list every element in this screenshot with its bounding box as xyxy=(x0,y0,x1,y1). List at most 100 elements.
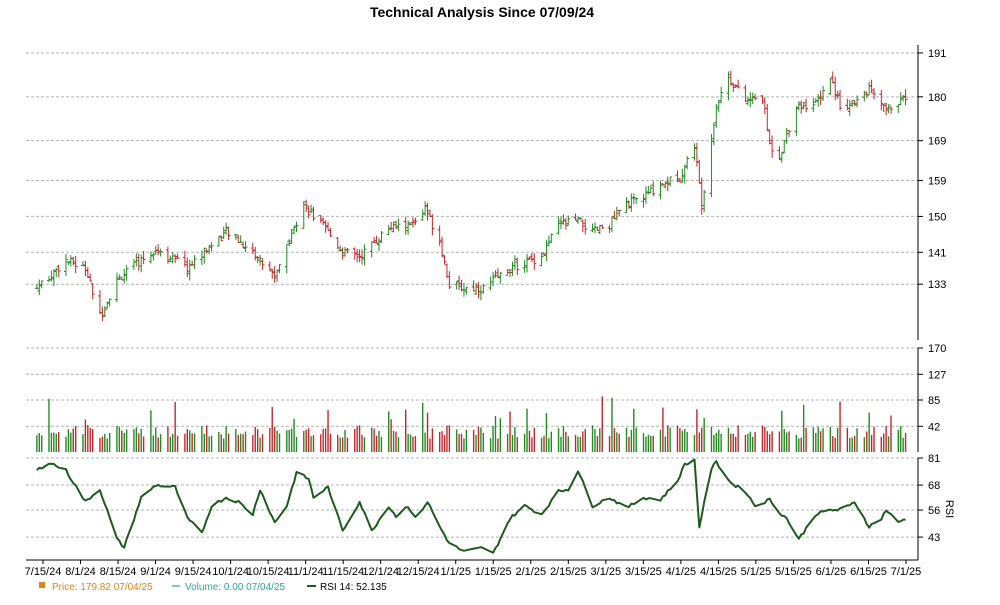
rsi-axis-label: RSI xyxy=(943,500,955,518)
price-bar xyxy=(711,122,716,146)
price-bar xyxy=(377,237,382,251)
price-bar xyxy=(614,206,619,221)
price-bar xyxy=(396,218,401,232)
price-bar xyxy=(512,255,517,271)
x-tick-label: 2/15/25 xyxy=(550,566,587,578)
price-bar xyxy=(243,241,248,252)
price-bar xyxy=(867,81,872,96)
price-bar xyxy=(743,84,748,102)
price-bar xyxy=(241,241,246,249)
price-bar xyxy=(362,244,367,266)
price-bar xyxy=(869,79,874,94)
price-bar xyxy=(590,223,595,233)
volume-y-tick-label: 170 xyxy=(928,343,946,355)
rsi-y-tick-label: 43 xyxy=(928,532,940,544)
price-bar xyxy=(46,276,51,282)
price-bar xyxy=(253,246,258,261)
price-bar xyxy=(226,226,231,241)
price-bar xyxy=(454,281,459,290)
price-y-tick-label: 159 xyxy=(928,176,946,188)
price-bar xyxy=(600,224,605,230)
price-bar xyxy=(478,285,483,301)
x-tick-label: 1/15/25 xyxy=(475,566,512,578)
price-y-tick-label: 191 xyxy=(928,48,946,60)
price-bar xyxy=(799,100,804,114)
price-bar xyxy=(624,197,629,214)
price-bar xyxy=(575,216,580,224)
price-bar xyxy=(284,243,289,274)
price-bar xyxy=(457,275,462,291)
x-tick-label: 7/15/24 xyxy=(25,566,62,578)
price-bar xyxy=(583,219,588,235)
price-bar xyxy=(442,255,447,265)
price-bar xyxy=(148,251,153,264)
price-bar xyxy=(141,250,146,265)
price-bar xyxy=(258,255,263,266)
x-tick-label: 5/1/25 xyxy=(741,566,772,578)
price-bar xyxy=(726,71,731,101)
price-bar xyxy=(430,214,435,236)
price-bar xyxy=(54,268,59,278)
price-bar xyxy=(136,253,141,271)
x-tick-label: 4/1/25 xyxy=(666,566,697,578)
price-bar xyxy=(355,248,360,263)
price-bar xyxy=(558,216,563,230)
price-bar xyxy=(634,197,639,204)
price-bar xyxy=(847,100,852,116)
price-bar xyxy=(731,83,736,93)
price-bar xyxy=(323,220,328,233)
price-bar xyxy=(782,140,787,154)
x-tick-label: 8/1/24 xyxy=(65,566,96,578)
price-bar xyxy=(556,216,561,235)
price-bar xyxy=(697,159,702,184)
price-bar xyxy=(386,225,391,236)
price-bar xyxy=(338,245,343,252)
rsi-legend-text: RSI 14: 52.135 xyxy=(320,582,387,593)
price-bar xyxy=(369,241,374,258)
price-bar xyxy=(410,217,415,228)
price-bar xyxy=(561,214,566,225)
price-bar xyxy=(493,270,498,278)
price-bar xyxy=(464,286,469,295)
price-bar xyxy=(626,200,631,209)
price-bar xyxy=(830,71,835,84)
price-bar xyxy=(173,254,178,264)
rsi-y-tick-label: 68 xyxy=(928,480,940,492)
price-bar xyxy=(68,255,73,267)
price-bar xyxy=(294,221,299,233)
price-bar xyxy=(209,242,214,252)
x-tick-label: 3/1/25 xyxy=(591,566,622,578)
price-bar xyxy=(311,206,316,221)
price-bar xyxy=(187,260,192,281)
volume-y-tick-label: 127 xyxy=(928,369,946,381)
volume-grid xyxy=(26,347,918,427)
volume-series xyxy=(36,396,907,452)
price-bar xyxy=(716,99,721,113)
price-bar xyxy=(420,209,425,221)
axes: 133 141 150 159 169 180 191 42 85 127 170 43 56 68 81 R… xyxy=(25,45,955,578)
price-bar xyxy=(879,89,884,111)
x-tick-label: 9/15/24 xyxy=(175,566,212,578)
price-grid xyxy=(26,52,918,285)
price-bar xyxy=(440,236,445,258)
price-bar xyxy=(134,253,139,267)
x-tick-label: 11/1/24 xyxy=(288,566,324,578)
price-bar xyxy=(643,186,648,204)
price-bar xyxy=(818,90,823,106)
price-bar xyxy=(884,102,889,116)
price-bar xyxy=(192,255,197,270)
price-bar xyxy=(321,217,326,226)
price-bar xyxy=(63,253,68,277)
price-bar xyxy=(83,260,88,277)
price-legend-swatch xyxy=(39,582,45,588)
price-bar xyxy=(595,226,600,232)
price-bar xyxy=(335,237,340,250)
price-bar xyxy=(714,103,719,128)
price-bar xyxy=(881,104,886,112)
price-bar xyxy=(122,268,127,284)
price-bar xyxy=(665,176,670,192)
price-bar xyxy=(182,250,187,267)
price-bar xyxy=(474,282,479,295)
price-bar xyxy=(139,254,144,273)
legend: Price: 179.82 07/04/25 Volume: 0.00 07/0… xyxy=(39,582,387,593)
